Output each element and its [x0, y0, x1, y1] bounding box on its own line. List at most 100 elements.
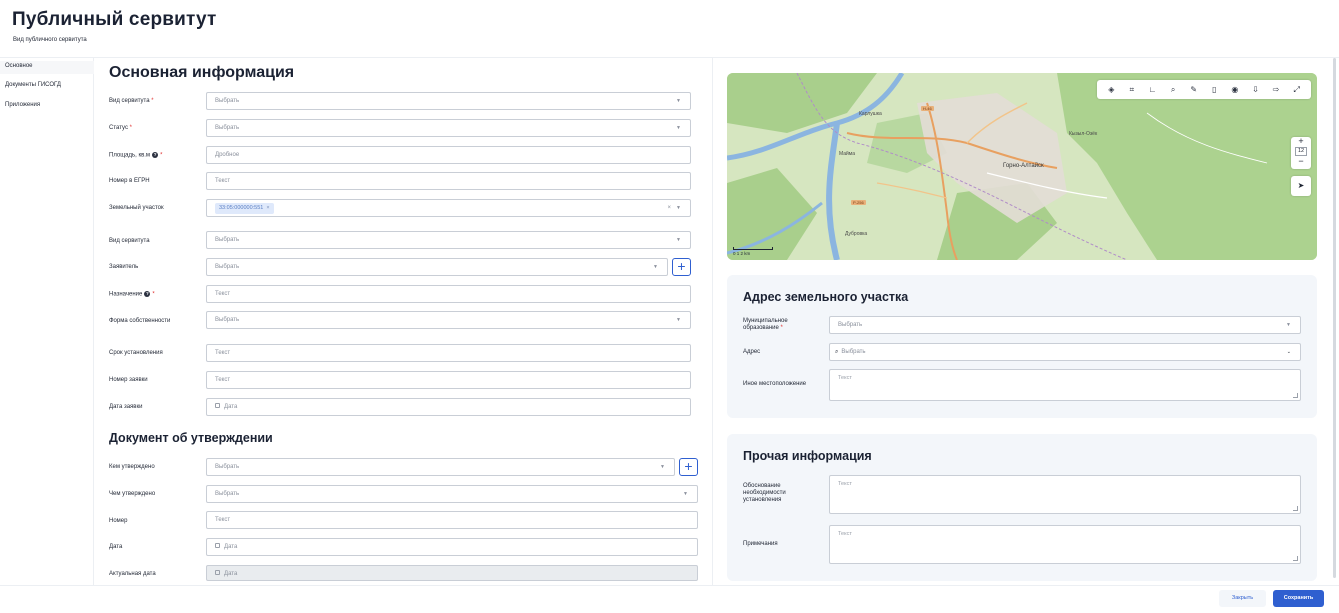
date-input[interactable]: Дата — [206, 538, 698, 556]
ownership-select[interactable]: Выбрать ▼ — [206, 311, 691, 329]
approved-with-select[interactable]: Выбрать ▼ — [206, 485, 698, 503]
map-view[interactable]: Горно-Алтайск Карлушка Кызыл-Озёк Майма … — [727, 73, 1317, 260]
app-number-input[interactable]: Текст — [206, 371, 691, 389]
select-area-icon[interactable]: ⌗ — [1125, 85, 1139, 95]
plus-icon: + — [684, 458, 693, 474]
road-tag: Н-46 — [921, 106, 934, 111]
nav-item-attachments[interactable]: Приложения — [5, 102, 40, 108]
scrollbar-thumb[interactable] — [1333, 58, 1336, 578]
chevron-down-icon: ▼ — [676, 237, 681, 243]
map-scale: 0 1 2 km — [733, 247, 773, 256]
municipality-select[interactable]: Выбрать ▼ — [829, 316, 1301, 334]
chevron-down-icon: ▼ — [676, 98, 681, 104]
sidebar-nav: Основное Документы ГИСОГД Приложения — [0, 58, 94, 585]
road-tag: Р-256 — [851, 200, 866, 205]
add-approver-button[interactable]: + — [679, 458, 698, 476]
area-input[interactable]: Дробное — [206, 146, 691, 164]
notes-textarea[interactable]: Текст — [829, 525, 1301, 564]
footer-divider — [0, 585, 1339, 586]
status-select[interactable]: Выбрать ▼ — [206, 119, 691, 137]
field-label-actual-date: Актуальная дата — [109, 571, 156, 577]
camera-icon[interactable]: ◉ — [1228, 85, 1242, 94]
applicant-select[interactable]: Выбрать ▼ — [206, 258, 668, 276]
term-input[interactable]: Текст — [206, 344, 691, 362]
address-search-select[interactable]: ⌕ Выбрать ⌄ — [829, 343, 1301, 361]
tag-remove-icon[interactable]: × — [266, 205, 269, 211]
fullscreen-icon[interactable]: ⤢ — [1290, 85, 1304, 95]
scale-bar — [733, 247, 773, 250]
chevron-down-icon: ▼ — [653, 264, 658, 270]
clear-icon[interactable]: × — [667, 200, 671, 216]
field-label-servitude-kind: Вид сервитута — [109, 238, 150, 244]
calendar-icon — [215, 569, 220, 575]
chevron-down-icon: ⌄ — [1286, 349, 1291, 355]
section-title-main: Основная информация — [109, 64, 295, 81]
resize-handle[interactable] — [1293, 393, 1298, 398]
servitude-type-select[interactable]: Выбрать ▼ — [206, 92, 691, 110]
field-label-app-date: Дата заявки — [109, 404, 143, 410]
map-label-city: Горно-Алтайск — [1003, 163, 1044, 169]
navigation-arrow-icon: ➤ — [1297, 181, 1305, 190]
info-icon[interactable]: ? — [152, 152, 159, 158]
field-label-term: Срок установления — [109, 350, 163, 356]
trash-icon[interactable]: ▯ — [1207, 85, 1221, 94]
layers-icon[interactable]: ◈ — [1104, 85, 1118, 94]
field-label-notes: Примечания — [743, 541, 778, 547]
land-plot-multiselect[interactable]: 33:05:000000:551 × × ▼ — [206, 199, 691, 217]
servitude-kind-select[interactable]: Выбрать ▼ — [206, 231, 691, 249]
info-icon[interactable]: ? — [144, 291, 151, 297]
zoom-in-button[interactable]: + — [1291, 137, 1311, 146]
pencil-icon[interactable]: ✎ — [1187, 85, 1201, 94]
section-title-approval: Документ об утверждении — [109, 431, 273, 445]
page-title: Публичный сервитут — [12, 9, 217, 30]
field-label-justification: Обоснование необходимости установления — [743, 483, 786, 503]
land-plot-tag: 33:05:000000:551 × — [215, 203, 274, 214]
approved-by-select[interactable]: Выбрать ▼ — [206, 458, 675, 476]
number-input[interactable]: Текст — [206, 511, 698, 529]
field-label-egrn: Номер в ЕГРН — [109, 178, 150, 184]
field-label-app-number: Номер заявки — [109, 377, 148, 383]
calendar-icon — [215, 542, 220, 548]
save-button[interactable]: Сохранить — [1273, 590, 1324, 607]
zoom-level: 12 — [1294, 147, 1308, 156]
locate-button[interactable]: ➤ — [1291, 176, 1311, 196]
field-label-ownership: Форма собственности — [109, 318, 171, 324]
column-divider — [712, 58, 713, 585]
field-label-land-plot: Земельный участок — [109, 205, 164, 211]
field-label-status: Статус * — [109, 125, 132, 131]
plus-icon: + — [677, 258, 686, 274]
chevron-down-icon: ▼ — [676, 125, 681, 131]
search-icon: ⌕ — [835, 349, 839, 355]
justification-textarea[interactable]: Текст — [829, 475, 1301, 514]
import-icon[interactable]: ⇩ — [1248, 85, 1262, 94]
page-scrollbar[interactable] — [1332, 58, 1337, 585]
field-label-date: Дата — [109, 544, 123, 550]
nav-item-gisogd-docs[interactable]: Документы ГИСОГД — [5, 82, 61, 88]
search-icon[interactable]: ⌕ — [1166, 85, 1180, 95]
egrn-input[interactable]: Текст — [206, 172, 691, 190]
add-applicant-button[interactable]: + — [672, 258, 691, 276]
close-button[interactable]: Закрыть — [1219, 590, 1266, 607]
export-icon[interactable]: ⇨ — [1269, 85, 1283, 94]
field-label-approved-with: Чем утверждено — [109, 491, 156, 497]
map-label-settlement: Карлушка — [859, 111, 882, 117]
resize-handle[interactable] — [1293, 506, 1298, 511]
app-date-input[interactable]: Дата — [206, 398, 691, 416]
other-location-textarea[interactable]: Текст — [829, 369, 1301, 401]
header-divider — [0, 57, 1339, 58]
scale-label: 0 1 2 km — [733, 251, 751, 256]
purpose-input[interactable]: Текст — [206, 285, 691, 303]
zoom-out-button[interactable]: − — [1291, 157, 1311, 166]
zoom-control: + 12 − — [1291, 137, 1311, 169]
nav-item-main[interactable]: Основное — [5, 63, 33, 69]
resize-handle[interactable] — [1293, 556, 1298, 561]
chevron-down-icon: ▼ — [660, 464, 665, 470]
chevron-down-icon: ▼ — [683, 491, 688, 497]
field-label-approved-by: Кем утверждено — [109, 464, 155, 470]
chevron-down-icon: ▼ — [676, 205, 681, 211]
map-toolbar: ◈ ⌗ ∟ ⌕ ✎ ▯ ◉ ⇩ ⇨ ⤢ — [1097, 80, 1311, 99]
field-label-other-location: Иное местоположение — [743, 381, 807, 387]
map-label-settlement: Кызыл-Озёк — [1069, 131, 1098, 137]
measure-icon[interactable]: ∟ — [1145, 85, 1159, 94]
field-label-municipality: Муниципальное образование * — [743, 318, 788, 331]
